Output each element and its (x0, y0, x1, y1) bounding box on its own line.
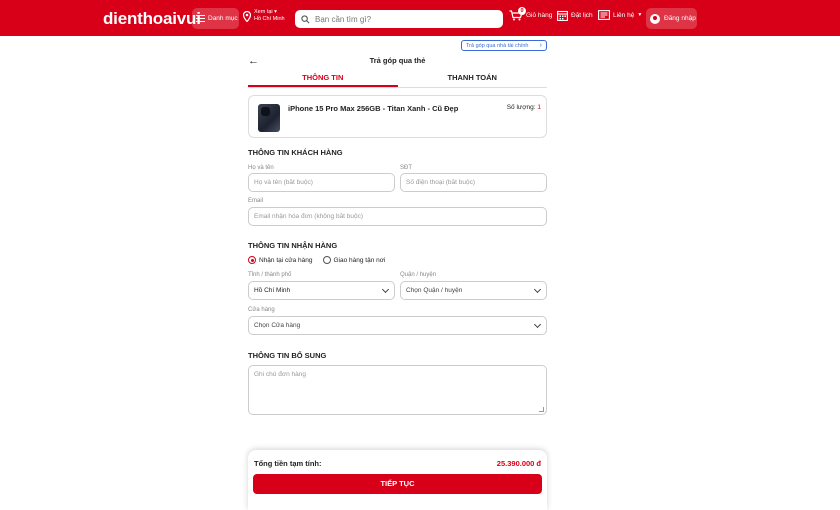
finance-installment-link[interactable]: Trả góp qua nhà tài chính › (461, 40, 547, 51)
extra-section-title: THÔNG TIN BỔ SUNG (248, 351, 327, 360)
booking-label: Đặt lịch (571, 12, 593, 19)
login-label: Đăng nhập (664, 15, 696, 22)
category-menu-label: Danh mục (208, 15, 238, 22)
name-label: Họ và tên (248, 165, 274, 171)
email-input[interactable] (254, 213, 546, 220)
top-navbar: dienthoaivui Danh mục Xem tại ▾ Hồ Chí M… (0, 0, 840, 36)
login-button[interactable]: Đăng nhập (646, 8, 697, 29)
quantity-label: Số lượng: (506, 104, 536, 111)
chevron-down-icon: ▼ (637, 12, 643, 18)
home-delivery-label: Giao hàng tận nơi (333, 256, 386, 264)
total-label: Tổng tiền tạm tính: (254, 459, 322, 468)
radio-store-pickup[interactable]: Nhận tại cửa hàng (248, 256, 313, 264)
tab-payment[interactable]: THANH TOÁN (398, 68, 548, 87)
contact-label: Liên hệ (613, 11, 635, 19)
radio-selected-icon (248, 256, 256, 264)
province-label: Tỉnh / thành phố (248, 272, 292, 278)
search-input[interactable] (315, 14, 495, 24)
province-value: Hồ Chí Minh (254, 287, 291, 294)
delivery-method-group: Nhận tại cửa hàng Giao hàng tận nơi (248, 256, 385, 264)
store-select[interactable]: Chọn Cửa hàng (248, 316, 547, 335)
contact-button[interactable]: Liên hệ ▼ (598, 10, 642, 20)
category-menu-button[interactable]: Danh mục (192, 8, 239, 29)
product-name: iPhone 15 Pro Max 256GB - Titan Xanh - C… (288, 104, 459, 113)
user-icon (650, 13, 660, 24)
search-icon (301, 14, 310, 23)
phone-camera-icon (261, 107, 270, 116)
resize-handle-icon[interactable] (539, 407, 544, 412)
chevron-down-icon (533, 320, 542, 328)
radio-home-delivery[interactable]: Giao hàng tận nơi (322, 256, 386, 264)
province-select[interactable]: Hồ Chí Minh (248, 281, 395, 300)
district-label: Quận / huyện (400, 272, 437, 278)
cart-label: Giỏ hàng (526, 12, 553, 19)
name-input[interactable] (254, 179, 394, 186)
checkout-tabs: THÔNG TIN THANH TOÁN (248, 68, 547, 88)
site-logo[interactable]: dienthoaivui (103, 9, 201, 29)
order-summary-card: Tổng tiền tạm tính: 25.390.000 đ TIẾP TỤ… (248, 450, 547, 510)
chevron-right-icon: › (539, 42, 542, 49)
email-field (248, 207, 547, 226)
back-arrow-icon[interactable]: ← (248, 55, 259, 67)
phone-input[interactable] (406, 179, 546, 186)
phone-field (400, 173, 547, 192)
store-pickup-label: Nhận tại cửa hàng (259, 256, 313, 264)
location-prefix: Xem tại ▾ (254, 9, 277, 15)
contact-icon (598, 10, 610, 20)
location-pin-icon (243, 10, 251, 22)
district-value: Chọn Quận / huyện (406, 287, 463, 294)
location-selector[interactable]: Xem tại ▾ Hồ Chí Minh (243, 9, 285, 23)
total-value: 25.390.000 đ (496, 459, 541, 468)
delivery-section-title: THÔNG TIN NHẬN HÀNG (248, 241, 338, 250)
calendar-icon (557, 10, 568, 21)
district-select[interactable]: Chọn Quận / huyện (400, 281, 547, 300)
cart-button[interactable]: 0 Giỏ hàng (509, 7, 553, 21)
phone-label: SĐT (400, 165, 412, 171)
continue-button[interactable]: TIẾP TỤC (253, 474, 542, 494)
chevron-down-icon (533, 285, 542, 293)
store-label: Cửa hàng (248, 307, 275, 313)
name-field (248, 173, 395, 192)
chevron-down-icon (381, 285, 390, 293)
finance-installment-label: Trả góp qua nhà tài chính (466, 42, 529, 49)
customer-section-title: THÔNG TIN KHÁCH HÀNG (248, 148, 343, 157)
location-city: Hồ Chí Minh (254, 16, 285, 22)
order-notes-box (248, 365, 547, 415)
hamburger-icon (196, 15, 205, 22)
product-quantity: Số lượng: 1 (507, 104, 541, 111)
order-notes-input[interactable] (254, 371, 541, 409)
tab-info[interactable]: THÔNG TIN (248, 68, 398, 87)
store-value: Chọn Cửa hàng (254, 322, 301, 329)
cart-count-badge: 0 (518, 7, 526, 15)
quantity-value: 1 (537, 104, 541, 111)
product-image (258, 104, 280, 132)
email-label: Email (248, 198, 264, 204)
page-title: Trả góp qua thẻ (369, 56, 426, 65)
search-bar (295, 10, 503, 28)
product-card: iPhone 15 Pro Max 256GB - Titan Xanh - C… (248, 95, 547, 138)
booking-button[interactable]: Đặt lịch (557, 10, 593, 21)
radio-empty-icon (322, 256, 331, 264)
